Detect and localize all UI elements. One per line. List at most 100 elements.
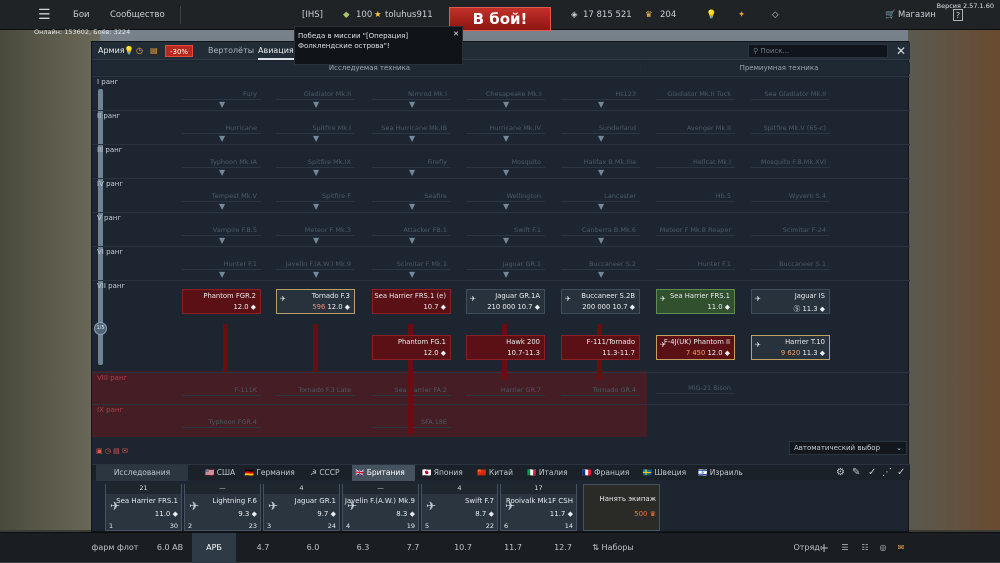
tab-nation[interactable]: 🇫🇷 Франция	[579, 465, 635, 481]
ghost-vehicle[interactable]: Canberra B.Mk.6	[561, 224, 640, 236]
ghost-vehicle[interactable]: Tornado GR.4	[561, 384, 640, 396]
crew-slot[interactable]: 17 ✈ Rooivalk Mk1F CSH 11.7 ◆ 6 14	[500, 484, 577, 531]
vehicle-card[interactable]: ✈ F-4J(UK) Phantom II 7 450 12.0 ◆	[656, 335, 735, 360]
check-icon[interactable]: ✓	[868, 465, 876, 481]
ghost-vehicle[interactable]: Swift F.1	[466, 224, 545, 236]
ghost-vehicle[interactable]: Wellington	[466, 190, 545, 202]
premium-ghost-vehicle[interactable]: Avenger Mk.II	[656, 122, 735, 134]
br-option[interactable]: 4.7	[238, 533, 288, 563]
coupon-icon[interactable]: ◇	[772, 0, 779, 30]
list-icon[interactable]: ☰	[838, 533, 852, 563]
ghost-vehicle[interactable]: Tempest Mk.V	[182, 190, 261, 202]
vehicle-card[interactable]: ✈ Jaguar IS Ⓢ 11.3 ◆	[751, 289, 830, 314]
to-battle-button[interactable]: В бой!	[449, 7, 551, 31]
premium-ghost-vehicle[interactable]: Hb.5	[656, 190, 735, 202]
game-mode[interactable]: АРБ	[192, 533, 236, 563]
achievements-icon[interactable]: ✦	[738, 0, 745, 30]
ghost-vehicle[interactable]: Firefly	[372, 156, 451, 168]
contacts-icon[interactable]: ☷	[858, 533, 872, 563]
repair-all-icon[interactable]: ⋰	[882, 465, 892, 481]
ghost-vehicle[interactable]: Spitfire F	[276, 190, 355, 202]
ghost-vehicle[interactable]: Typhoon FGR.4	[182, 416, 261, 428]
ghost-vehicle[interactable]: Seafire	[372, 190, 451, 202]
premium-ghost-vehicle[interactable]: Gladiator Mk.II Tuck	[656, 88, 735, 100]
shop-cart-icon[interactable]: 🛒	[885, 0, 896, 30]
ghost-vehicle[interactable]: Hunter F.1	[182, 258, 261, 270]
premium-ghost-vehicle[interactable]: Wyvern S.4	[751, 190, 830, 202]
ghost-vehicle[interactable]: Nimrod Mk.I	[372, 88, 451, 100]
crew-slot[interactable]: 21 ✈ Sea Harrier FRS.1 11.0 ◆ 1 30	[105, 484, 182, 531]
lightbulb-icon[interactable]: 💡	[706, 0, 717, 30]
ghost-vehicle[interactable]: Halifax B.Mk.IIIa	[561, 156, 640, 168]
crew-slot[interactable]: 4 ✈ Swift F.7 8.7 ◆ 5 22	[421, 484, 498, 531]
crew-slot[interactable]: 4 ✈ Jaguar GR.1 9.7 ◆ 3 24	[263, 484, 340, 531]
notification-icons[interactable]: ▣ ◷ ▤ ✉	[96, 447, 128, 455]
premium-ghost-vehicle[interactable]: Mosquito F.B.Mk.XVI	[751, 156, 830, 168]
ghost-vehicle[interactable]: Hurricane Mk.IV	[466, 122, 545, 134]
close-icon[interactable]: ✕	[453, 29, 459, 39]
menu-icon[interactable]: ☰	[38, 0, 51, 30]
lightbulb-icon[interactable]: 💡	[124, 42, 134, 60]
vehicle-card[interactable]: ✈ Buccaneer S.2B 200 000 10.7 ◆	[561, 289, 640, 314]
ghost-vehicle[interactable]: Harrier GR.7	[466, 384, 545, 396]
ghost-vehicle[interactable]: F-111K	[182, 384, 261, 396]
br-option[interactable]: 11.7	[488, 533, 538, 563]
community-link[interactable]: Сообщество	[110, 0, 165, 30]
timer-icon[interactable]: ◷	[136, 42, 143, 60]
vehicle-card[interactable]: ✈ Harrier T.10 9 620 11.3 ◆	[751, 335, 830, 360]
vehicle-card[interactable]: Phantom FGR.2 12.0 ◆	[182, 289, 261, 314]
premium-ghost-vehicle[interactable]: Hunter F.1	[656, 258, 735, 270]
vehicle-card[interactable]: Phantom FG.1 12.0 ◆	[372, 335, 451, 360]
ghost-vehicle[interactable]: Attacker FB.1	[372, 224, 451, 236]
crew-slot[interactable]: — ✈ Javelin F.(A.W.) Mk.9 8.3 ◆ 4 19	[342, 484, 419, 531]
ghost-vehicle[interactable]: Sea Hurricane Mk.IB	[372, 122, 451, 134]
premium-ghost-vehicle[interactable]: Meteor F Mk.8 Reaper	[656, 224, 735, 236]
tab-nation[interactable]: 🇯🇵 Япония	[419, 465, 470, 481]
br-option[interactable]: 6.3	[338, 533, 388, 563]
br-option[interactable]: 12.7	[538, 533, 588, 563]
premium-ghost-vehicle[interactable]: Spitfire Mk.V (65-c)	[751, 122, 830, 134]
discount-badge[interactable]: -30%	[165, 45, 194, 57]
vehicle-card[interactable]: ✈ Sea Harrier FRS.1 11.0 ◆	[656, 289, 735, 314]
add-squad-icon[interactable]: +	[817, 533, 831, 563]
ghost-vehicle[interactable]: Typhoon Mk.IA	[182, 156, 261, 168]
vehicle-card[interactable]: ✈ Jaguar GR.1A 210 000 10.7 ◆	[466, 289, 545, 314]
br-option[interactable]: 10.7	[438, 533, 488, 563]
confirm-icon[interactable]: ✓	[897, 465, 905, 481]
br-option[interactable]: 6.0	[288, 533, 338, 563]
premium-ghost-vehicle[interactable]: Sea Gladiator Mk.II	[751, 88, 830, 100]
ghost-vehicle[interactable]: Fury	[182, 88, 261, 100]
ghost-vehicle[interactable]: Hurricane	[182, 122, 261, 134]
close-icon[interactable]: ✕	[893, 42, 909, 60]
tab-nation[interactable]: 🇮🇱 Израиль	[695, 465, 751, 481]
settings-icon[interactable]: ⚙	[836, 465, 845, 481]
help-button[interactable]: ?	[953, 9, 963, 21]
research-toggle[interactable]: Исследования	[96, 465, 188, 481]
mail-icon[interactable]: ✉	[894, 533, 908, 563]
ghost-vehicle[interactable]: Sunderland	[561, 122, 640, 134]
vehicle-card[interactable]: Hawk 200 10.7-11.3	[466, 335, 545, 360]
vehicle-card[interactable]: F-111/Tornado 11.3-11.7	[561, 335, 640, 360]
tab-nation[interactable]: 🇬🇧 Британия	[352, 465, 415, 481]
ghost-vehicle[interactable]: Hs123	[561, 88, 640, 100]
vehicle-card[interactable]: Sea Harrier FRS.1 (e) 10.7 ◆	[372, 289, 451, 314]
tab-aviation[interactable]: Авиация	[258, 42, 294, 60]
ghost-vehicle[interactable]: Spitfire Mk.IX	[276, 156, 355, 168]
ghost-vehicle[interactable]: Meteor F Mk.3	[276, 224, 355, 236]
premium-ghost-vehicle[interactable]: Hellcat Mk.I	[656, 156, 735, 168]
sets-button[interactable]: ⇅ Наборы	[584, 533, 642, 563]
tab-nation[interactable]: 🇺🇸 США	[202, 465, 238, 481]
ghost-vehicle[interactable]: Mosquito	[466, 156, 545, 168]
tab-nation[interactable]: ☭ СССР	[307, 465, 348, 481]
ghost-vehicle[interactable]: Spitfire Mk.I	[276, 122, 355, 134]
tab-army[interactable]: Армия	[98, 42, 125, 60]
crew-slot[interactable]: — ✈ Lightning F.6 9.3 ◆ 2 23	[184, 484, 261, 531]
premium-ghost-vehicle[interactable]: MiG-21 Bison	[656, 382, 735, 394]
ghost-vehicle[interactable]: Lancaster	[561, 190, 640, 202]
ghost-vehicle[interactable]: Buccaneer S.2	[561, 258, 640, 270]
tab-nation[interactable]: 🇸🇪 Швеция	[640, 465, 691, 481]
shop-link[interactable]: Магазин	[898, 0, 936, 30]
auto-select-dropdown[interactable]: Автоматический выбор ⌄	[789, 441, 907, 455]
ghost-vehicle[interactable]: Gladiator Mk.II	[276, 88, 355, 100]
premium-ghost-vehicle[interactable]: Scimitar F-24	[751, 224, 830, 236]
